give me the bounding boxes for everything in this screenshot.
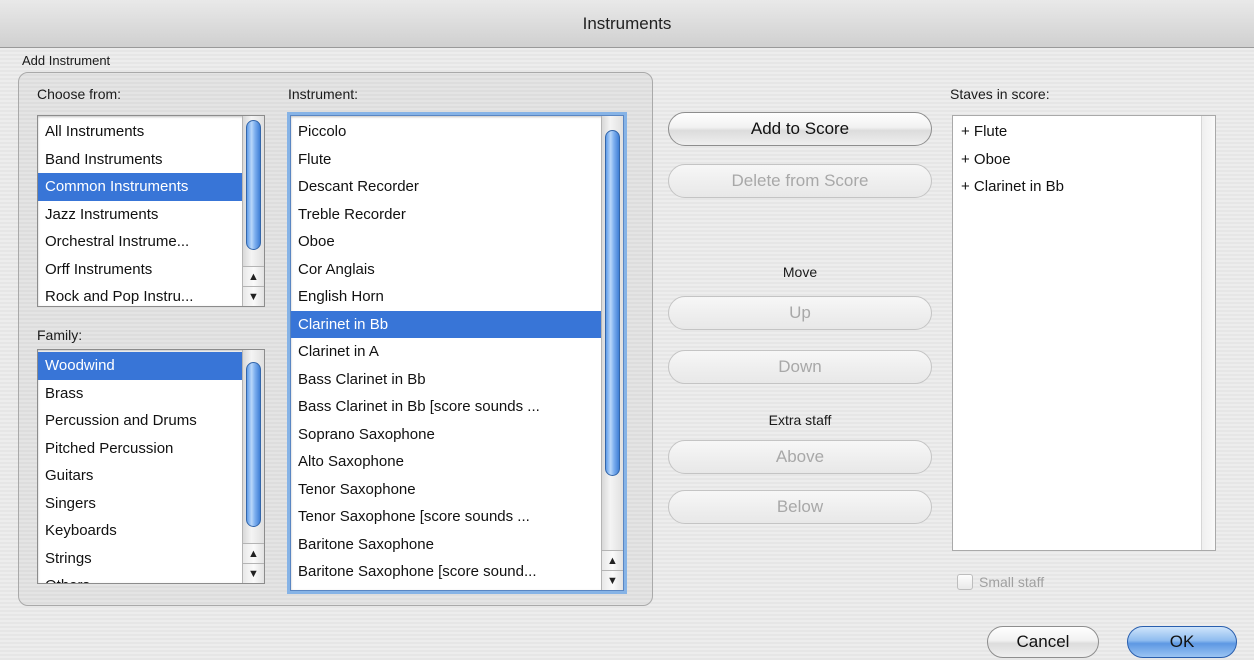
- list-item[interactable]: Bass Clarinet in Bb [score sounds ...: [291, 393, 601, 421]
- list-item[interactable]: Clarinet in A: [291, 338, 601, 366]
- small-staff-label: Small staff: [979, 574, 1045, 590]
- choose-from-items: All Instruments Band Instruments Common In…: [38, 118, 242, 306]
- list-item[interactable]: Pitched Percussion: [38, 435, 242, 463]
- add-instrument-group-label: Add Instrument: [22, 53, 111, 68]
- choose-from-list[interactable]: All Instruments Band Instruments Common In…: [37, 115, 265, 307]
- instrument-label: Instrument:: [288, 86, 359, 102]
- instrument-list[interactable]: Piccolo Flute Descant Recorder Treble Recor…: [290, 115, 624, 591]
- list-item[interactable]: English Horn: [291, 283, 601, 311]
- family-list[interactable]: Woodwind Brass Percussion and Drums Pitched…: [37, 349, 265, 584]
- choose-from-scrollbar[interactable]: ▲ ▼: [242, 116, 264, 306]
- list-item[interactable]: Woodwind: [38, 352, 242, 380]
- list-item[interactable]: Descant Recorder: [291, 173, 601, 201]
- scroll-down-arrow-icon[interactable]: ▼: [602, 570, 623, 590]
- instrument-scroll-thumb[interactable]: [605, 130, 620, 476]
- window-title: Instruments: [0, 0, 1254, 48]
- list-item[interactable]: Clarinet in Bb: [291, 310, 601, 338]
- cancel-button[interactable]: Cancel: [987, 626, 1099, 658]
- list-item[interactable]: Band Instruments: [38, 146, 242, 174]
- staves-items: + Flute + Oboe + Clarinet in Bb: [953, 118, 1201, 201]
- ok-button[interactable]: OK: [1127, 626, 1237, 658]
- scroll-up-arrow-icon[interactable]: ▲: [602, 550, 623, 570]
- list-item[interactable]: Orchestral Instrume...: [38, 228, 242, 256]
- delete-from-score-button[interactable]: Delete from Score: [668, 164, 932, 198]
- list-item[interactable]: Guitars: [38, 462, 242, 490]
- family-items: Woodwind Brass Percussion and Drums Pitched…: [38, 352, 242, 583]
- list-item[interactable]: Strings: [38, 545, 242, 573]
- scroll-up-arrow-icon[interactable]: ▲: [243, 543, 264, 563]
- move-down-button[interactable]: Down: [668, 350, 932, 384]
- instrument-scrollbar[interactable]: ▲ ▼: [601, 116, 623, 590]
- list-item[interactable]: Common Instruments: [38, 173, 242, 201]
- list-item[interactable]: Piccolo: [291, 118, 601, 146]
- list-item[interactable]: Baritone Saxophone: [291, 531, 601, 559]
- list-item[interactable]: Jazz Instruments: [38, 201, 242, 229]
- staff-item[interactable]: + Oboe: [953, 146, 1201, 174]
- list-item[interactable]: Flute: [291, 146, 601, 174]
- choose-from-scroll-thumb[interactable]: [246, 120, 261, 250]
- move-label: Move: [782, 264, 818, 280]
- staves-in-score-label: Staves in score:: [950, 86, 1050, 102]
- list-item[interactable]: Cor Anglais: [291, 256, 601, 284]
- staff-item[interactable]: + Clarinet in Bb: [953, 173, 1201, 201]
- list-item[interactable]: Baritone Saxophone [score sound...: [291, 558, 601, 586]
- instrument-items: Piccolo Flute Descant Recorder Treble Recor…: [291, 118, 601, 586]
- family-label: Family:: [37, 327, 83, 343]
- list-item[interactable]: Percussion and Drums: [38, 407, 242, 435]
- list-item[interactable]: All Instruments: [38, 118, 242, 146]
- scroll-up-arrow-icon[interactable]: ▲: [243, 266, 264, 286]
- list-item[interactable]: Keyboards: [38, 517, 242, 545]
- list-item[interactable]: Rock and Pop Instru...: [38, 283, 242, 306]
- list-item[interactable]: Bass Clarinet in Bb: [291, 366, 601, 394]
- staff-item[interactable]: + Flute: [953, 118, 1201, 146]
- list-item[interactable]: Oboe: [291, 228, 601, 256]
- choose-from-label: Choose from:: [37, 86, 122, 102]
- small-staff-checkbox[interactable]: [957, 574, 973, 590]
- scroll-down-arrow-icon[interactable]: ▼: [243, 286, 264, 306]
- extra-staff-label: Extra staff: [768, 412, 832, 428]
- list-item[interactable]: Singers: [38, 490, 242, 518]
- list-item[interactable]: Soprano Saxophone: [291, 421, 601, 449]
- family-scroll-thumb[interactable]: [246, 362, 261, 527]
- extra-staff-above-button[interactable]: Above: [668, 440, 932, 474]
- extra-staff-below-button[interactable]: Below: [668, 490, 932, 524]
- list-item[interactable]: Alto Saxophone: [291, 448, 601, 476]
- list-item[interactable]: Tenor Saxophone [score sounds ...: [291, 503, 601, 531]
- scroll-down-arrow-icon[interactable]: ▼: [243, 563, 264, 583]
- list-item[interactable]: Tenor Saxophone: [291, 476, 601, 504]
- staves-list[interactable]: + Flute + Oboe + Clarinet in Bb: [952, 115, 1216, 551]
- list-item[interactable]: Others: [38, 572, 242, 583]
- list-item[interactable]: Brass: [38, 380, 242, 408]
- move-up-button[interactable]: Up: [668, 296, 932, 330]
- staves-scrollbar[interactable]: [1201, 116, 1215, 550]
- family-scrollbar[interactable]: ▲ ▼: [242, 350, 264, 583]
- list-item[interactable]: Orff Instruments: [38, 256, 242, 284]
- list-item[interactable]: Treble Recorder: [291, 201, 601, 229]
- add-to-score-button[interactable]: Add to Score: [668, 112, 932, 146]
